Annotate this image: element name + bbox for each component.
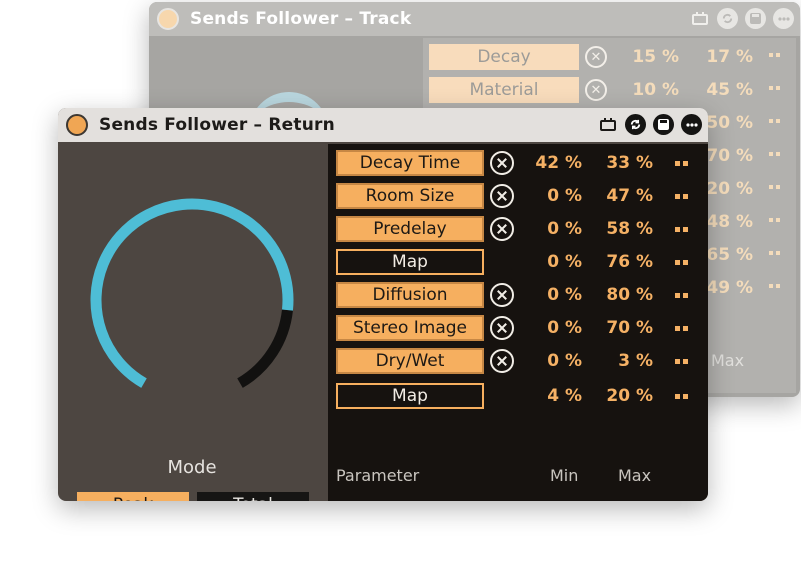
track-max-value: 45 % <box>706 80 753 100</box>
return-window: Sends Follower – Return Mode Peak Total <box>58 108 708 501</box>
track-max-value: 65 % <box>706 245 753 265</box>
device-icon[interactable] <box>597 114 618 135</box>
parameter-row: Diffusion 0 % 80 % <box>328 280 708 313</box>
row-menu-icon[interactable] <box>675 161 688 166</box>
map-button[interactable]: Map <box>336 249 484 275</box>
max-value[interactable]: 76 % <box>601 252 653 272</box>
row-menu-icon[interactable] <box>769 251 780 255</box>
min-value[interactable]: 0 % <box>530 318 582 338</box>
remove-icon[interactable] <box>490 316 514 340</box>
track-min-value: 15 % <box>632 47 679 67</box>
remove-icon[interactable] <box>490 349 514 373</box>
max-value[interactable]: 80 % <box>601 285 653 305</box>
min-value[interactable]: 42 % <box>530 153 582 173</box>
row-menu-icon[interactable] <box>675 194 688 199</box>
more-icon[interactable] <box>681 114 702 135</box>
knob-value-arc <box>90 198 294 388</box>
row-menu-icon[interactable] <box>675 227 688 232</box>
track-param-button[interactable]: Material <box>429 77 579 103</box>
parameter-button[interactable]: Room Size <box>336 183 484 209</box>
min-value[interactable]: 0 % <box>530 186 582 206</box>
max-value[interactable]: 47 % <box>601 186 653 206</box>
return-window-title: Sends Follower – Return <box>99 115 335 135</box>
mode-peak-button[interactable]: Peak <box>77 492 189 501</box>
return-power-toggle[interactable] <box>66 114 88 136</box>
parameter-row: Predelay 0 % 58 % <box>328 214 708 247</box>
row-menu-icon[interactable] <box>769 218 780 222</box>
parameter-button[interactable]: Predelay <box>336 216 484 242</box>
parameter-row: Stereo Image 0 % 70 % <box>328 313 708 346</box>
track-max-value: 48 % <box>706 212 753 232</box>
row-menu-icon[interactable] <box>769 119 780 123</box>
remove-icon[interactable]: ✕ <box>585 79 607 101</box>
row-menu-icon[interactable] <box>675 394 688 399</box>
track-param-button[interactable]: Decay <box>429 44 579 70</box>
save-icon[interactable] <box>745 8 766 29</box>
track-max-value: 70 % <box>706 146 753 166</box>
min-value[interactable]: 4 % <box>530 386 582 406</box>
row-menu-icon[interactable] <box>675 359 688 364</box>
row-menu-icon[interactable] <box>769 152 780 156</box>
parameter-column-header: Parameter <box>336 466 420 485</box>
remove-icon[interactable] <box>490 151 514 175</box>
row-menu-icon[interactable] <box>675 326 688 331</box>
row-menu-icon[interactable] <box>769 185 780 189</box>
max-value[interactable]: 3 % <box>601 351 653 371</box>
parameter-button[interactable]: Diffusion <box>336 282 484 308</box>
mode-label: Mode <box>167 457 217 478</box>
track-max-value: 20 % <box>706 179 753 199</box>
mode-total-button[interactable]: Total <box>197 492 309 501</box>
row-menu-icon[interactable] <box>769 53 780 57</box>
parameter-row: Map 4 % 20 % <box>328 381 708 414</box>
parameter-button[interactable]: Stereo Image <box>336 315 484 341</box>
min-value[interactable]: 0 % <box>530 252 582 272</box>
max-value[interactable]: 20 % <box>601 386 653 406</box>
save-icon[interactable] <box>653 114 674 135</box>
min-value[interactable]: 0 % <box>530 285 582 305</box>
track-min-value: 10 % <box>632 80 679 100</box>
parameter-row: Room Size 0 % 47 % <box>328 181 708 214</box>
min-value[interactable]: 0 % <box>530 351 582 371</box>
row-menu-icon[interactable] <box>769 284 780 288</box>
remove-icon[interactable]: ✕ <box>585 46 607 68</box>
more-icon[interactable] <box>773 8 794 29</box>
track-max-header: Max <box>711 351 745 370</box>
row-menu-icon[interactable] <box>769 86 780 90</box>
parameter-row: Decay Time 42 % 33 % <box>328 148 708 181</box>
return-title-tools <box>597 114 702 135</box>
return-titlebar: Sends Follower – Return <box>58 108 708 142</box>
mode-section: Mode Peak Total <box>58 144 326 501</box>
parameter-row: Map 0 % 76 % <box>328 247 708 280</box>
min-value[interactable]: 0 % <box>530 219 582 239</box>
knob-track <box>237 309 293 388</box>
parameter-row: Dry/Wet 0 % 3 % <box>328 346 708 379</box>
parameter-list: Decay Time 42 % 33 % Room Size 0 % 47 % … <box>328 144 708 501</box>
max-value[interactable]: 33 % <box>601 153 653 173</box>
track-titlebar: Sends Follower – Track <box>149 2 800 36</box>
track-title-tools <box>689 8 794 29</box>
track-max-value: 17 % <box>706 47 753 67</box>
max-value[interactable]: 70 % <box>601 318 653 338</box>
sync-icon[interactable] <box>625 114 646 135</box>
track-power-toggle[interactable] <box>157 8 179 30</box>
remove-icon[interactable] <box>490 217 514 241</box>
track-window-title: Sends Follower – Track <box>190 9 412 29</box>
device-icon[interactable] <box>689 8 710 29</box>
track-max-value: 49 % <box>706 278 753 298</box>
parameter-button[interactable]: Decay Time <box>336 150 484 176</box>
remove-icon[interactable] <box>490 283 514 307</box>
map-button[interactable]: Map <box>336 383 484 409</box>
sync-icon[interactable] <box>717 8 738 29</box>
max-value[interactable]: 58 % <box>601 219 653 239</box>
row-menu-icon[interactable] <box>675 260 688 265</box>
mode-knob[interactable] <box>88 196 296 404</box>
row-menu-icon[interactable] <box>675 293 688 298</box>
parameter-button[interactable]: Dry/Wet <box>336 348 484 374</box>
remove-icon[interactable] <box>490 184 514 208</box>
max-column-header: Max <box>618 466 652 485</box>
track-max-value: 50 % <box>706 113 753 133</box>
min-column-header: Min <box>550 466 579 485</box>
